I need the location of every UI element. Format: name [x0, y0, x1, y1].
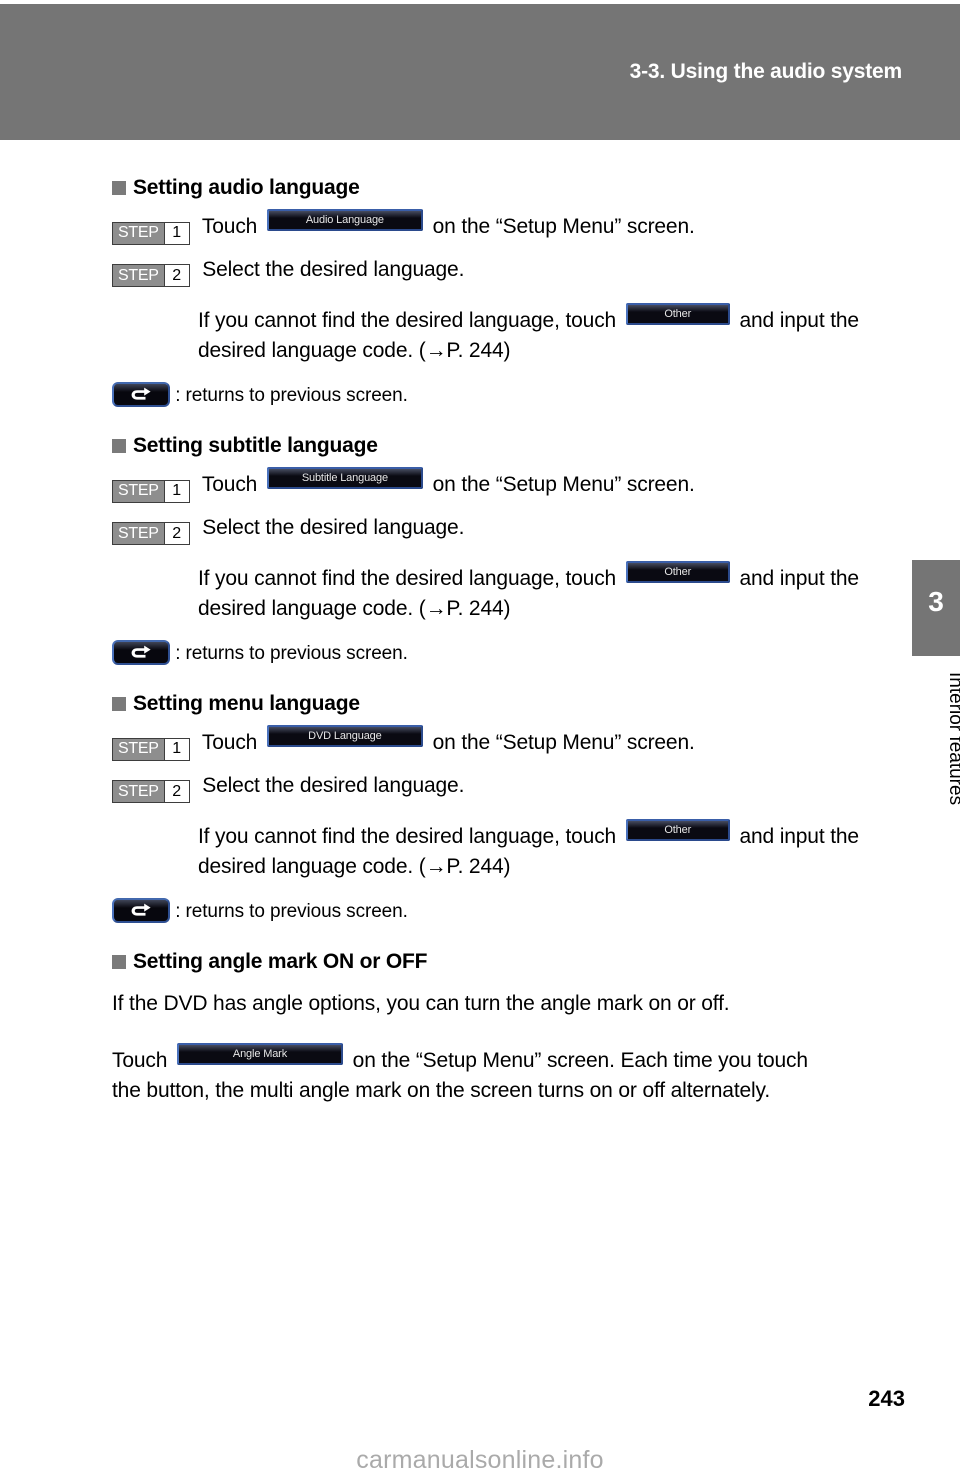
section-audio-language: Setting audio language STEP 1 Touch Audi…	[112, 176, 912, 410]
step-badge-word: STEP	[113, 480, 164, 502]
section-heading-text: Setting angle mark ON or OFF	[133, 950, 428, 973]
step-badge-word: STEP	[113, 738, 164, 760]
return-button-legend: : returns to previous screen.	[112, 640, 912, 668]
step-badge: STEP 1	[112, 221, 190, 245]
step-2-text: Select the desired language.	[202, 515, 465, 539]
step-2-text: Select the desired language.	[202, 773, 465, 797]
step-badge-word: STEP	[113, 222, 164, 244]
return-legend-text: : returns to previous screen.	[175, 643, 408, 664]
note-second-line: desired language code. (→P. 244)	[198, 339, 511, 362]
return-legend-text: : returns to previous screen.	[175, 385, 408, 406]
other-button[interactable]: Other	[625, 303, 730, 325]
back-arrow-button[interactable]	[112, 382, 170, 407]
note-second-line: desired language code. (→P. 244)	[198, 855, 511, 878]
step-2-line: STEP 2 Select the desired language.	[112, 513, 912, 545]
angle-touch-second-line: the button, the multi angle mark on the …	[112, 1079, 771, 1102]
angle-touch-pre-text: Touch	[112, 1049, 168, 1072]
step-1-pre-text: Touch	[201, 215, 258, 238]
audio-language-button[interactable]: Audio Language	[266, 209, 423, 231]
step-1-line: STEP 1 Touch Subtitle Language on the “S…	[112, 467, 912, 503]
angle-intro-text: If the DVD has angle options, you can tu…	[112, 992, 730, 1015]
step-2-line: STEP 2 Select the desired language.	[112, 771, 912, 803]
step-2-text: Select the desired language.	[202, 257, 465, 281]
step-badge-word: STEP	[113, 781, 164, 802]
step-badge-number: 1	[163, 738, 189, 760]
back-arrow-button[interactable]	[112, 640, 170, 665]
note-pre-text: If you cannot find the desired language,…	[198, 825, 617, 848]
return-button-legend: : returns to previous screen.	[112, 382, 912, 410]
note-paragraph: If you cannot find the desired language,…	[198, 303, 912, 366]
bullet-square-icon	[112, 955, 126, 969]
note-pre-text: If you cannot find the desired language,…	[198, 567, 617, 590]
bullet-square-icon	[112, 697, 126, 711]
bullet-square-icon	[112, 439, 126, 453]
section-menu-language: Setting menu language STEP 1 Touch DVD L…	[112, 692, 912, 926]
main-content: Setting audio language STEP 1 Touch Audi…	[112, 176, 912, 1116]
section-heading: Setting menu language	[112, 692, 912, 716]
page-header-band: 3-3. Using the audio system	[0, 4, 960, 140]
dvd-language-button[interactable]: DVD Language	[266, 725, 423, 747]
step-1-post-text: on the “Setup Menu” screen.	[432, 215, 695, 238]
other-button[interactable]: Other	[625, 561, 730, 583]
angle-mark-button[interactable]: Angle Mark	[176, 1043, 343, 1065]
note-post-text: and input the	[739, 309, 859, 332]
step-badge: STEP 2	[112, 780, 190, 803]
angle-touch-post-text: on the “Setup Menu” screen. Each time yo…	[352, 1049, 808, 1072]
other-button[interactable]: Other	[625, 819, 730, 841]
step-1-pre-text: Touch	[201, 731, 258, 754]
note-post-text: and input the	[739, 825, 859, 848]
note-second-line: desired language code. (→P. 244)	[198, 597, 511, 620]
back-arrow-button[interactable]	[112, 898, 170, 923]
step-badge: STEP 1	[112, 479, 190, 503]
step-1-post-text: on the “Setup Menu” screen.	[432, 731, 695, 754]
chapter-tab-number: 3	[928, 586, 944, 617]
section-subtitle-language: Setting subtitle language STEP 1 Touch S…	[112, 434, 912, 668]
return-legend-text: : returns to previous screen.	[175, 901, 408, 922]
chapter-tab: 3	[912, 560, 960, 656]
step-badge-word: STEP	[113, 523, 164, 544]
section-heading: Setting subtitle language	[112, 434, 912, 458]
note-post-text: and input the	[739, 567, 859, 590]
step-1-line: STEP 1 Touch DVD Language on the “Setup …	[112, 725, 912, 761]
angle-touch-paragraph: Touch Angle Mark on the “Setup Menu” scr…	[112, 1043, 912, 1106]
section-heading: Setting angle mark ON or OFF	[112, 950, 912, 974]
step-1-pre-text: Touch	[201, 473, 258, 496]
section-heading-text: Setting menu language	[133, 692, 360, 715]
step-1-post-text: on the “Setup Menu” screen.	[432, 473, 695, 496]
page-number: 243	[868, 1386, 905, 1411]
section-heading-text: Setting subtitle language	[133, 434, 378, 457]
note-paragraph: If you cannot find the desired language,…	[198, 561, 912, 624]
step-badge-number: 1	[163, 222, 189, 244]
page-header-title: 3-3. Using the audio system	[629, 60, 903, 83]
note-paragraph: If you cannot find the desired language,…	[198, 819, 912, 882]
step-badge: STEP 1	[112, 737, 190, 761]
section-angle-mark: Setting angle mark ON or OFF If the DVD …	[112, 950, 912, 1106]
step-badge-word: STEP	[113, 265, 164, 286]
step-badge-number: 2	[163, 781, 189, 802]
chapter-tab-label: Interior features	[945, 672, 960, 806]
step-badge: STEP 2	[112, 264, 190, 287]
section-heading: Setting audio language	[112, 176, 912, 200]
step-1-line: STEP 1 Touch Audio Language on the “Setu…	[112, 209, 912, 245]
step-badge-number: 1	[163, 480, 189, 502]
note-pre-text: If you cannot find the desired language,…	[198, 309, 617, 332]
step-badge-number: 2	[163, 265, 189, 286]
step-badge-number: 2	[163, 523, 189, 544]
subtitle-language-button[interactable]: Subtitle Language	[266, 467, 423, 489]
step-2-line: STEP 2 Select the desired language.	[112, 255, 912, 287]
section-heading-text: Setting audio language	[133, 176, 360, 199]
return-button-legend: : returns to previous screen.	[112, 898, 912, 926]
step-badge: STEP 2	[112, 522, 190, 545]
site-watermark: carmanualsonline.info	[356, 1446, 604, 1474]
bullet-square-icon	[112, 181, 126, 195]
